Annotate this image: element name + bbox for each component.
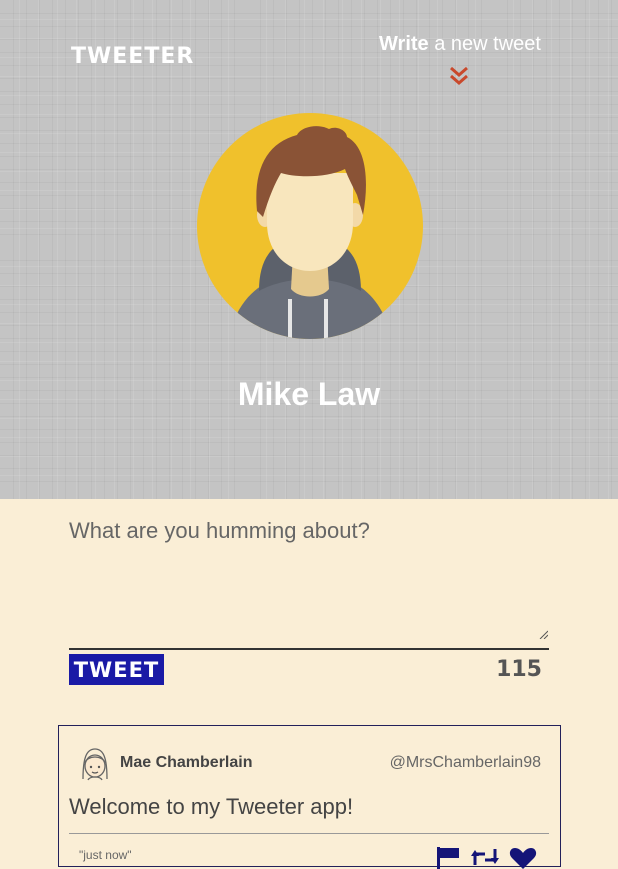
tweet-actions (435, 845, 545, 869)
write-tweet-link-rest: a new tweet (428, 33, 541, 55)
tweet-author-name: Mae Chamberlain (120, 754, 253, 771)
tweet-button[interactable]: TWEET (69, 654, 164, 685)
write-tweet-link-bold: Write (379, 33, 429, 55)
flag-icon[interactable] (435, 845, 461, 869)
resize-grip-icon[interactable] (538, 629, 548, 639)
tweet-divider (69, 833, 549, 834)
profile-header: TWEETER Write a new tweet Mike Law (0, 0, 618, 499)
brand-logo: TWEETER (71, 44, 195, 69)
char-counter: 115 (496, 657, 542, 682)
tweet-timestamp: "just now" (79, 848, 132, 862)
tweet-content: Welcome to my Tweeter app! (69, 794, 354, 819)
tweet-author-handle: @MrsChamberlain98 (389, 754, 541, 771)
heart-icon[interactable] (509, 845, 537, 869)
tweet-card: Mae Chamberlain @MrsChamberlain98 Welcom… (58, 725, 561, 869)
tweet-compose-textarea[interactable] (69, 510, 549, 650)
double-chevron-down-icon[interactable] (448, 65, 470, 87)
retweet-icon[interactable] (471, 845, 499, 869)
user-avatar-icon (197, 113, 423, 339)
write-tweet-link[interactable]: Write a new tweet (371, 33, 549, 56)
user-name: Mike Law (237, 376, 381, 412)
tweet-avatar-icon (82, 748, 108, 781)
